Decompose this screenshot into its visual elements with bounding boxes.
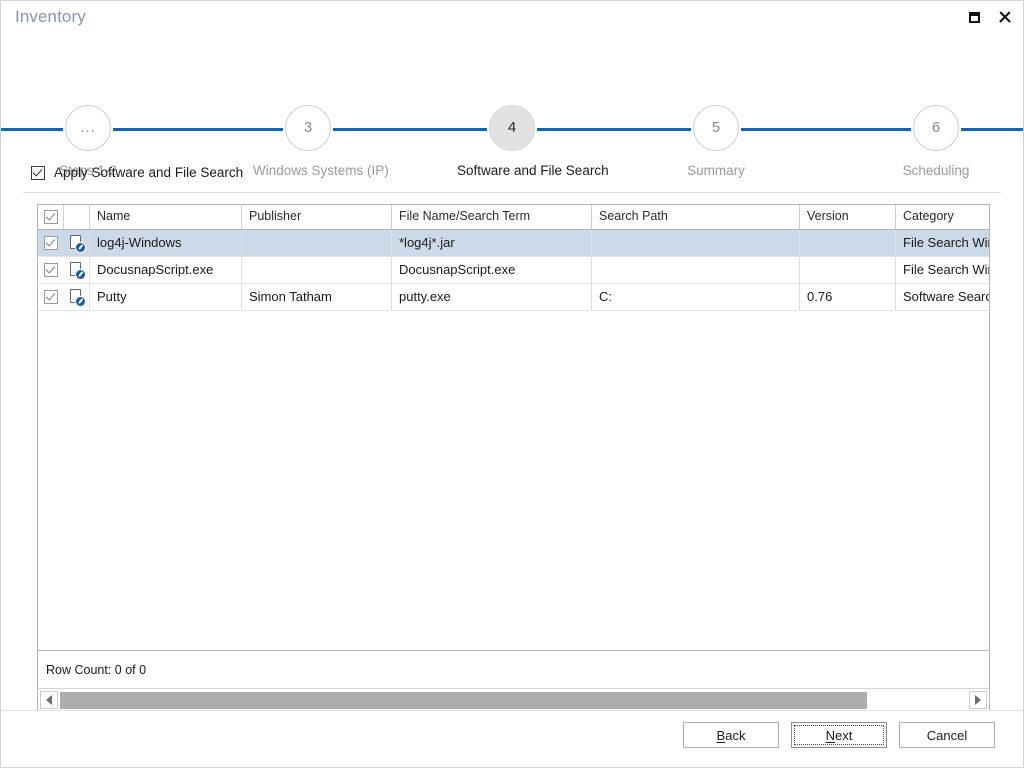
row-select-checkbox-cell[interactable] bbox=[38, 257, 64, 283]
scrollbar-thumb[interactable] bbox=[60, 691, 868, 709]
badge-shape bbox=[76, 270, 85, 279]
chevron-right-icon bbox=[975, 695, 981, 705]
grid-header-filename[interactable]: File Name/Search Term bbox=[392, 205, 592, 229]
grid-body: log4j-Windows *log4j*.jar File Search Wind… bbox=[38, 230, 989, 651]
apply-software-file-search-label: Apply Software and File Search bbox=[54, 165, 244, 180]
cell-filename[interactable]: putty.exe bbox=[392, 284, 592, 310]
cell-searchpath[interactable]: C: bbox=[592, 284, 800, 310]
stepper-step-number: 3 bbox=[285, 105, 331, 151]
window-title: Inventory bbox=[15, 7, 86, 26]
stepper-step-windows-systems-ip[interactable]: 3 Windows Systems (IP) bbox=[253, 105, 389, 178]
table-row[interactable]: DocusnapScript.exe DocusnapScript.exe File… bbox=[38, 257, 989, 284]
cell-category[interactable]: File Search Windows bbox=[896, 257, 989, 283]
apply-software-file-search-row[interactable]: Apply Software and File Search bbox=[31, 165, 243, 180]
apply-software-file-search-checkbox[interactable] bbox=[31, 165, 45, 180]
cell-publisher[interactable]: Simon Tatham bbox=[242, 284, 392, 310]
cell-searchpath[interactable] bbox=[592, 230, 800, 256]
chevron-left-icon bbox=[46, 695, 52, 705]
row-icon-cell bbox=[64, 230, 90, 256]
footer-button-row: Back Next Cancel bbox=[683, 722, 995, 748]
cancel-button[interactable]: Cancel bbox=[899, 722, 995, 748]
cell-version[interactable]: 0.76 bbox=[800, 284, 896, 310]
next-button[interactable]: Next bbox=[791, 722, 887, 748]
button-label: Cancel bbox=[926, 727, 968, 743]
close-button[interactable] bbox=[989, 4, 1019, 30]
grid-header-category[interactable]: Category bbox=[896, 205, 989, 229]
inventory-wizard-window: Inventory ... Steps 1-2 3 Windows Systems (… bbox=[0, 0, 1024, 768]
row-select-checkbox[interactable] bbox=[44, 263, 58, 277]
scroll-right-button[interactable] bbox=[969, 691, 987, 709]
grid-header-label: Category bbox=[903, 209, 954, 223]
dialog-footer: Back Next Cancel bbox=[1, 710, 1023, 767]
grid-select-all-checkbox[interactable] bbox=[43, 210, 58, 224]
grid-header-searchpath[interactable]: Search Path bbox=[592, 205, 800, 229]
cell-name[interactable]: DocusnapScript.exe bbox=[90, 257, 242, 283]
stepper-step-software-and-file-search[interactable]: 4 Software and File Search bbox=[457, 105, 609, 178]
cell-searchpath[interactable] bbox=[592, 257, 800, 283]
cell-version[interactable] bbox=[800, 230, 896, 256]
software-search-icon bbox=[69, 262, 85, 279]
grid-header-icon[interactable] bbox=[64, 205, 90, 229]
cell-category[interactable]: File Search Windows bbox=[896, 230, 989, 256]
stepper-step-number: 6 bbox=[913, 105, 959, 151]
window-controls bbox=[959, 4, 1019, 30]
software-search-icon bbox=[69, 289, 85, 306]
button-label: Next bbox=[825, 727, 853, 743]
grid-header-name[interactable]: Name bbox=[90, 205, 242, 229]
grid-header-label: Version bbox=[807, 209, 849, 223]
grid-header-row: Name Publisher File Name/Search Term Search… bbox=[38, 205, 989, 230]
button-label: Back bbox=[716, 727, 746, 743]
cell-name[interactable]: Putty bbox=[90, 284, 242, 310]
row-select-checkbox-cell[interactable] bbox=[38, 230, 64, 256]
stepper-step-label: Scheduling bbox=[902, 163, 970, 178]
cell-publisher[interactable] bbox=[242, 230, 392, 256]
scroll-left-button[interactable] bbox=[40, 691, 58, 709]
content-separator bbox=[23, 192, 1001, 193]
grid-header-check[interactable] bbox=[38, 205, 64, 229]
stepper-step-number: 5 bbox=[693, 105, 739, 151]
row-select-checkbox[interactable] bbox=[44, 236, 58, 250]
stepper-step-number: 4 bbox=[489, 105, 535, 151]
row-count-bar: Row Count: 0 of 0 bbox=[38, 650, 989, 688]
row-select-checkbox[interactable] bbox=[44, 290, 58, 304]
grid-header-version[interactable]: Version bbox=[800, 205, 896, 229]
table-row[interactable]: log4j-Windows *log4j*.jar File Search Wind… bbox=[38, 230, 989, 257]
badge-shape bbox=[76, 243, 85, 252]
back-button[interactable]: Back bbox=[683, 722, 779, 748]
stepper-step-label: Software and File Search bbox=[457, 163, 609, 178]
cell-name[interactable]: log4j-Windows bbox=[90, 230, 242, 256]
stepper-step-summary[interactable]: 5 Summary bbox=[661, 105, 771, 178]
restore-button[interactable] bbox=[959, 4, 989, 30]
badge-shape bbox=[76, 297, 85, 306]
row-icon-cell bbox=[64, 284, 90, 310]
grid-header-label: File Name/Search Term bbox=[399, 209, 531, 223]
stepper-step-scheduling[interactable]: 6 Scheduling bbox=[881, 105, 991, 178]
table-row[interactable]: Putty Simon Tatham putty.exe C: 0.76 Software… bbox=[38, 284, 989, 311]
grid-header-label: Publisher bbox=[249, 209, 302, 223]
grid-header-label: Search Path bbox=[599, 209, 668, 223]
stepper-step-label: Windows Systems (IP) bbox=[253, 163, 389, 178]
cell-category[interactable]: Software Search bbox=[896, 284, 989, 310]
cell-publisher[interactable] bbox=[242, 257, 392, 283]
wizard-stepper: ... Steps 1-2 3 Windows Systems (IP) 4 Softwa… bbox=[1, 45, 1023, 178]
row-count-label: Row Count: 0 of 0 bbox=[46, 662, 147, 677]
cell-version[interactable] bbox=[800, 257, 896, 283]
scrollbar-track[interactable] bbox=[60, 691, 967, 709]
software-file-search-grid: Name Publisher File Name/Search Term Search… bbox=[37, 204, 990, 712]
cell-filename[interactable]: DocusnapScript.exe bbox=[392, 257, 592, 283]
restore-icon bbox=[968, 11, 980, 23]
horizontal-scrollbar[interactable] bbox=[38, 688, 989, 711]
software-search-icon bbox=[69, 235, 85, 252]
row-select-checkbox-cell[interactable] bbox=[38, 284, 64, 310]
title-bar: Inventory bbox=[1, 1, 1023, 34]
cell-filename[interactable]: *log4j*.jar bbox=[392, 230, 592, 256]
grid-header-label: Name bbox=[97, 209, 131, 223]
grid-header-publisher[interactable]: Publisher bbox=[242, 205, 392, 229]
close-icon bbox=[998, 11, 1011, 24]
row-icon-cell bbox=[64, 257, 90, 283]
stepper-step-number: ... bbox=[65, 105, 111, 151]
stepper-step-label: Summary bbox=[687, 163, 745, 178]
